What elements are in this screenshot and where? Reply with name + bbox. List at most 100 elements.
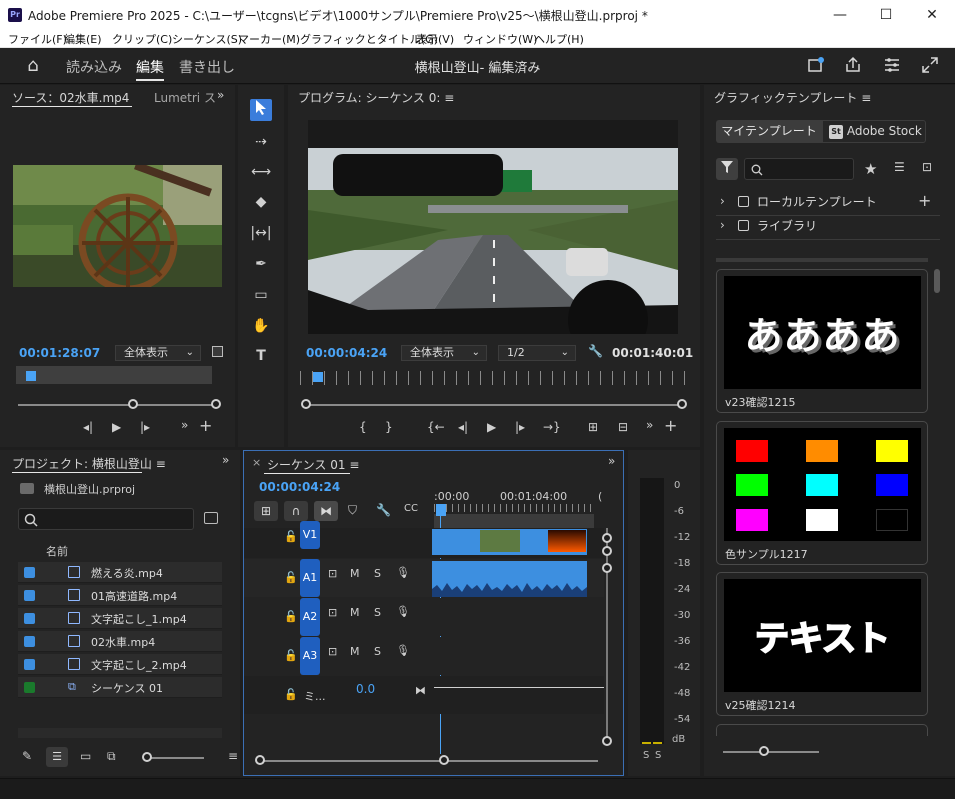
track-a2-target[interactable]: A2	[300, 598, 320, 636]
project-scroll-area[interactable]	[18, 728, 222, 738]
solo-right-button[interactable]: S	[655, 750, 661, 761]
extract-icon[interactable]: ⊟	[618, 420, 628, 434]
more-icon[interactable]: ≡	[228, 749, 238, 763]
template-card-partial[interactable]	[716, 724, 928, 736]
sync-lock-icon[interactable]: ⊡	[328, 567, 337, 580]
program-fit-select[interactable]: 全体表示 ⌄	[401, 345, 487, 361]
minimize-button[interactable]: —	[817, 0, 863, 30]
source-playhead[interactable]	[26, 371, 36, 381]
ripple-edit-tool-icon[interactable]: ⟷	[250, 161, 272, 183]
program-timecode[interactable]: 00:00:04:24	[306, 346, 387, 360]
label-color-swatch[interactable]	[24, 590, 35, 601]
menu-sequence[interactable]: シーケンス(S)	[172, 31, 242, 47]
panels-icon[interactable]	[882, 56, 902, 76]
tab-import[interactable]: 読み込み	[66, 57, 122, 77]
fullscreen-icon[interactable]	[920, 56, 940, 76]
label-color-swatch[interactable]	[24, 682, 35, 693]
local-templates-checkbox[interactable]	[738, 196, 749, 207]
menu-help[interactable]: ヘルプ(H)	[534, 31, 584, 47]
template-card[interactable]: テキスト v25確認1214	[716, 572, 928, 716]
template-list-scrollbar[interactable]	[934, 269, 940, 293]
sequence-tab[interactable]: シーケンス 01 ≡	[267, 456, 359, 473]
step-back-icon[interactable]: ◂|	[83, 420, 93, 434]
playback-resolution-select[interactable]: 1/2 ⌄	[498, 345, 576, 361]
program-zoom-handle-right[interactable]	[677, 399, 687, 409]
local-templates-label[interactable]: ローカルテンプレート	[757, 193, 877, 210]
add-marker-icon[interactable]: ⛉	[348, 503, 357, 518]
feedback-icon[interactable]	[806, 56, 826, 76]
lock-icon[interactable]: 🔓	[284, 688, 298, 701]
step-forward-icon[interactable]: |▸	[140, 420, 150, 434]
timeline-zoom-scrollbar[interactable]	[258, 760, 598, 762]
play-icon[interactable]: ▶	[487, 420, 496, 434]
source-zoom-handle-left[interactable]	[128, 399, 138, 409]
program-time-ruler[interactable]	[300, 371, 688, 385]
source-timecode[interactable]: 00:01:28:07	[19, 346, 100, 360]
track-a1-target[interactable]: A1	[300, 559, 320, 597]
menu-edit[interactable]: 編集(E)	[64, 31, 102, 47]
source-zoom-handle-right[interactable]	[211, 399, 221, 409]
step-back-icon[interactable]: ◂|	[458, 420, 468, 434]
timeline-zoom-handle-left[interactable]	[255, 755, 265, 765]
vertical-scroll-handle-top[interactable]	[602, 533, 612, 543]
panel-overflow-icon[interactable]: »	[608, 454, 615, 468]
name-column-header[interactable]: 名前	[46, 543, 68, 559]
tab-export[interactable]: 書き出し	[179, 57, 235, 77]
timeline-vertical-scrollbar[interactable]	[606, 528, 608, 743]
timeline-playhead[interactable]	[436, 504, 446, 516]
sync-lock-icon[interactable]: ⊡	[328, 645, 337, 658]
vertical-scroll-handle-a1[interactable]	[602, 563, 612, 573]
pen-tool-icon[interactable]: ✒	[250, 253, 272, 275]
template-card[interactable]: ああああ v23確認1215	[716, 269, 928, 413]
type-tool-icon[interactable]: T	[250, 345, 272, 367]
go-to-out-icon[interactable]: →}	[543, 420, 561, 434]
list-item[interactable]: 02水車.mp4	[18, 631, 222, 652]
panel-overflow-icon[interactable]: »	[222, 453, 229, 467]
solo-button[interactable]: S	[374, 567, 381, 580]
label-color-swatch[interactable]	[24, 636, 35, 647]
work-area-bar[interactable]	[434, 514, 594, 528]
project-search-input[interactable]	[18, 508, 194, 530]
microphone-icon[interactable]: 🎙	[396, 605, 410, 618]
program-tab-menu[interactable]: ≡	[444, 91, 454, 105]
label-color-swatch[interactable]	[24, 659, 35, 670]
lock-icon[interactable]: 🔓	[284, 571, 298, 584]
adobe-stock-tab[interactable]: St Adobe Stock	[822, 120, 926, 143]
template-search-input[interactable]	[744, 158, 854, 180]
close-button[interactable]: ✕	[909, 0, 955, 30]
add-button-icon[interactable]: +	[199, 416, 212, 435]
microphone-icon[interactable]: 🎙	[396, 566, 410, 579]
thumbnail-size-slider[interactable]	[146, 757, 204, 759]
menu-view[interactable]: 表示(V)	[416, 31, 454, 47]
timeline-zoom-handle-right[interactable]	[439, 755, 449, 765]
list-item[interactable]: 文字起こし_2.mp4	[18, 654, 222, 675]
wrench-icon[interactable]: 🔧	[588, 344, 603, 358]
list-options-icon[interactable]: ☰	[894, 160, 905, 174]
list-view-icon[interactable]: ☰	[46, 747, 68, 767]
sync-lock-icon[interactable]: ⊡	[328, 606, 337, 619]
program-tab[interactable]: プログラム: シーケンス 0: ≡	[298, 89, 454, 106]
menu-file[interactable]: ファイル(F)	[8, 31, 67, 47]
program-playhead[interactable]	[313, 372, 323, 382]
rectangle-tool-icon[interactable]: ▭	[250, 284, 272, 306]
label-color-swatch[interactable]	[24, 613, 35, 624]
new-bin-from-search-icon[interactable]	[204, 512, 218, 524]
slip-tool-icon[interactable]: |↔|	[250, 222, 272, 244]
master-volume-line[interactable]	[434, 687, 604, 688]
timeline-ruler-ticks[interactable]	[434, 504, 594, 512]
source-fit-select[interactable]: 全体表示 ⌄	[115, 345, 201, 361]
linked-selection-icon[interactable]: ⧓	[314, 501, 338, 521]
panel-overflow-icon[interactable]: »	[217, 88, 224, 102]
library-label[interactable]: ライブラリ	[757, 217, 817, 234]
more-controls-icon[interactable]: »	[181, 418, 188, 432]
timeline-settings-icon[interactable]: 🔧	[376, 503, 391, 517]
lumetri-tab[interactable]: Lumetri ス	[154, 89, 216, 106]
program-zoom-handle-left[interactable]	[301, 399, 311, 409]
sequence-tab-menu[interactable]: ≡	[349, 458, 359, 472]
freeform-view-icon[interactable]: ⧉	[107, 749, 116, 764]
graphics-tab[interactable]: グラフィックテンプレート ≡	[714, 89, 871, 106]
track-select-tool-icon[interactable]: ⇢	[250, 131, 272, 153]
lock-icon[interactable]: 🔓	[284, 649, 298, 662]
my-templates-tab[interactable]: マイテンプレート	[716, 120, 822, 143]
pencil-icon[interactable]: ✎	[22, 749, 32, 763]
